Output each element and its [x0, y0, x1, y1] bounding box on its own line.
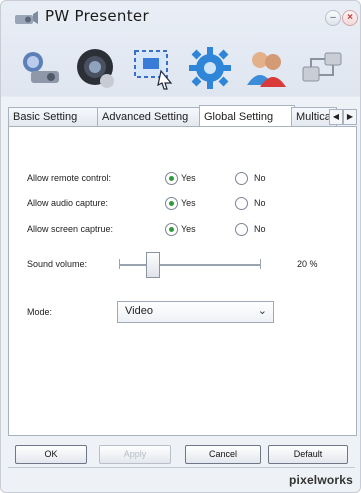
pixelworks-logo: pixelworks	[289, 473, 353, 487]
sound-volume-value: 20 %	[297, 259, 318, 269]
screen-capture-icon[interactable]	[131, 45, 177, 91]
screen-capture-no-radio[interactable]	[235, 223, 248, 236]
radio-selected-dot	[169, 201, 174, 206]
cancel-button[interactable]: Cancel	[185, 445, 261, 464]
footer-divider	[8, 467, 355, 468]
users-icon[interactable]	[243, 45, 289, 91]
screen-capture-label: Allow screen captrue:	[27, 224, 114, 234]
toolbar	[1, 37, 361, 99]
minimize-button[interactable]: –	[325, 10, 341, 26]
slider-tick-right	[260, 259, 261, 269]
camera-lens-icon[interactable]	[73, 45, 119, 91]
close-button[interactable]: ×	[342, 10, 358, 26]
projector-app-icon	[15, 11, 38, 24]
title-bar[interactable]: PW Presenter – ×	[1, 1, 361, 35]
tab-scroll-left-button[interactable]: ◀	[329, 109, 343, 125]
network-devices-icon[interactable]	[299, 45, 345, 91]
volume-slider-track[interactable]	[119, 264, 261, 266]
tab-global-setting[interactable]: Global Setting	[199, 105, 295, 126]
brand-text: pixelworks	[289, 473, 354, 487]
settings-tabs: Basic Setting Advanced Setting Global Se…	[8, 105, 357, 127]
audio-capture-label: Allow audio capture:	[27, 198, 109, 208]
sound-volume-label: Sound volume:	[27, 259, 88, 269]
remote-control-no-label[interactable]: No	[254, 173, 266, 183]
tab-basic-setting[interactable]: Basic Setting	[8, 107, 98, 127]
remote-control-yes-label[interactable]: Yes	[181, 173, 196, 183]
default-button[interactable]: Default	[268, 445, 348, 464]
mode-label: Mode:	[27, 307, 53, 317]
screen-capture-no-label[interactable]: No	[254, 224, 266, 234]
audio-capture-no-label[interactable]: No	[254, 198, 266, 208]
chevron-down-icon: ⌄	[257, 305, 267, 317]
settings-gear-icon[interactable]	[187, 45, 233, 91]
global-setting-panel: Allow remote control: Yes No Allow audio…	[8, 126, 357, 436]
tab-scroll-right-button[interactable]: ▶	[343, 109, 357, 125]
audio-capture-no-radio[interactable]	[235, 197, 248, 210]
apply-button[interactable]: Apply	[99, 445, 171, 464]
window-title: PW Presenter	[45, 7, 149, 25]
audio-capture-yes-radio[interactable]	[165, 197, 178, 210]
tab-advanced-setting[interactable]: Advanced Setting	[97, 107, 205, 127]
presenter-tool-icon[interactable]	[17, 45, 63, 91]
remote-control-label: Allow remote control:	[27, 173, 112, 183]
app-window: PW Presenter – × Basic Setting Advanced …	[0, 0, 361, 493]
radio-selected-dot	[169, 176, 174, 181]
volume-slider-thumb[interactable]	[146, 252, 160, 278]
screen-capture-yes-radio[interactable]	[165, 223, 178, 236]
remote-control-yes-radio[interactable]	[165, 172, 178, 185]
audio-capture-yes-label[interactable]: Yes	[181, 198, 196, 208]
remote-control-no-radio[interactable]	[235, 172, 248, 185]
mode-select[interactable]: Video ⌄	[117, 301, 274, 323]
ok-button[interactable]: OK	[15, 445, 87, 464]
mode-select-value: Video	[125, 305, 153, 317]
screen-capture-yes-label[interactable]: Yes	[181, 224, 196, 234]
radio-selected-dot	[169, 227, 174, 232]
slider-tick-left	[119, 259, 120, 269]
